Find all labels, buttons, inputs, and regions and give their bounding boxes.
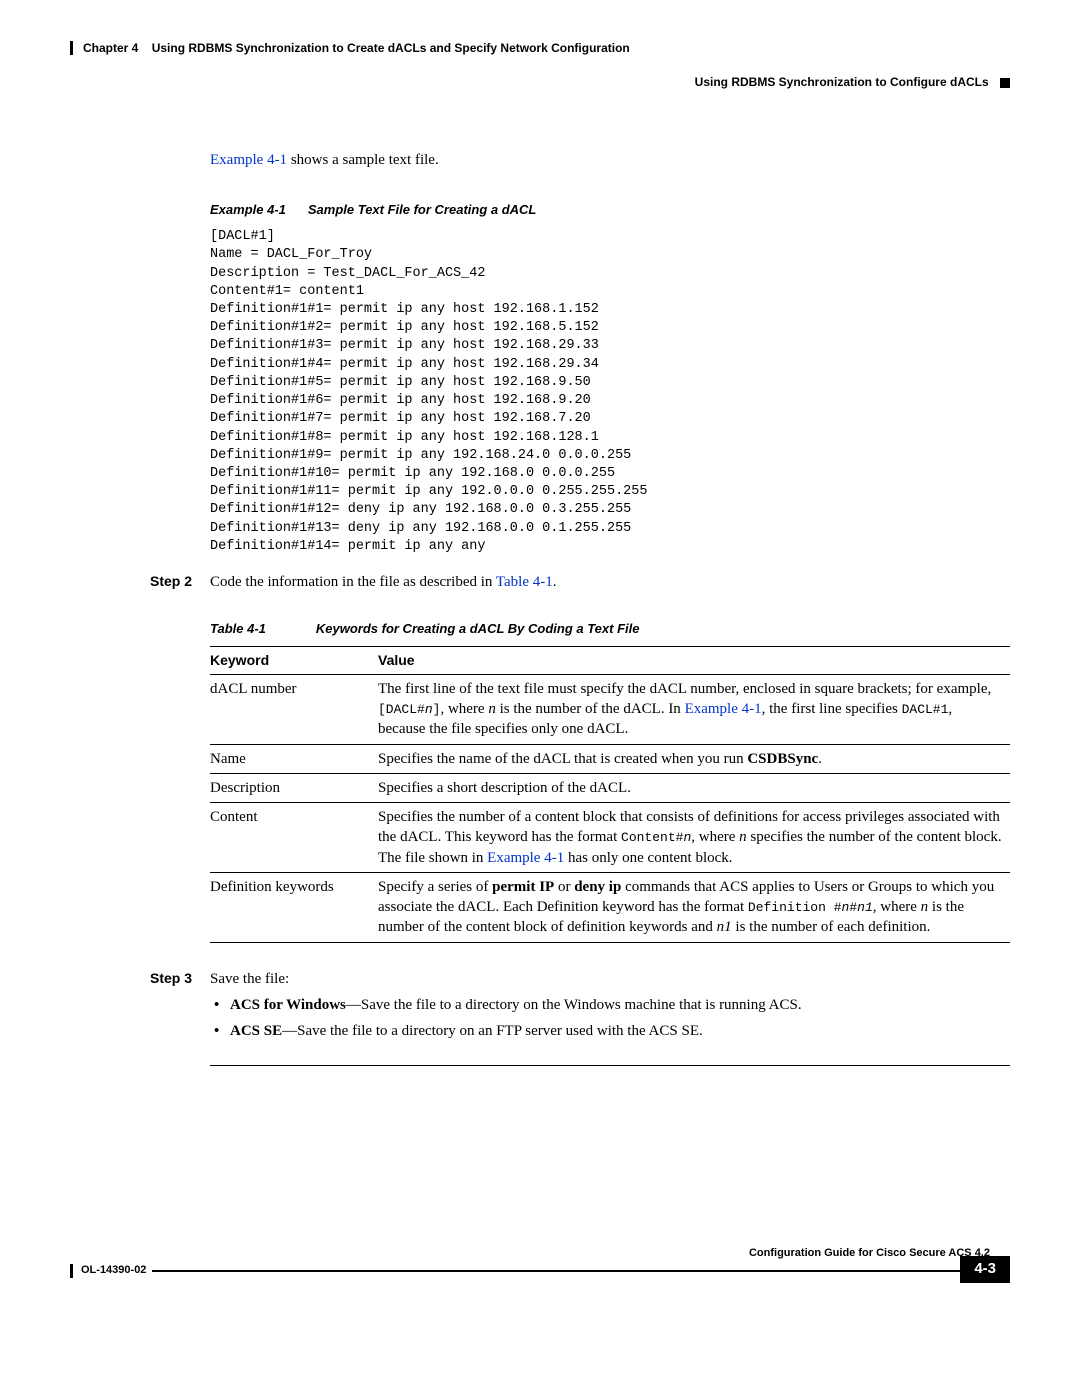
table-caption: Table 4-1 Keywords for Creating a dACL By…	[210, 620, 1010, 638]
td-value: Specifies the number of a content block …	[378, 803, 1010, 873]
intro-after: shows a sample text file.	[287, 152, 439, 168]
step-2-label: Step 2	[70, 572, 210, 942]
step-3-bullets: ACS for Windows—Save the file to a direc…	[210, 995, 1010, 1042]
step-3-body: Save the file: ACS for Windows—Save the …	[210, 969, 1010, 1048]
step-3-row: Step 3 Save the file: ACS for Windows—Sa…	[70, 969, 1010, 1048]
intro-paragraph: Example 4-1 shows a sample text file. Ex…	[210, 150, 1010, 556]
page-footer: Configuration Guide for Cisco Secure ACS…	[70, 1246, 1010, 1278]
table-row: Name Specifies the name of the dACL that…	[210, 744, 1010, 773]
td-keyword: Content	[210, 803, 378, 873]
footer-guide-title: Configuration Guide for Cisco Secure ACS…	[70, 1246, 1010, 1261]
header-row: Chapter 4 Using RDBMS Synchronization to…	[70, 40, 1010, 56]
step-2-after: .	[553, 574, 557, 590]
keywords-table: Keyword Value dACL number The first line…	[210, 646, 1010, 943]
footer-rule	[152, 1270, 994, 1272]
td-keyword: Name	[210, 744, 378, 773]
td-value: Specify a series of permit IP or deny ip…	[378, 872, 1010, 942]
td-value: The first line of the text file must spe…	[378, 674, 1010, 744]
example-ref-link[interactable]: Example 4-1	[685, 701, 762, 717]
header-bar-icon	[70, 41, 73, 55]
step-2-text: Code the information in the file as desc…	[210, 574, 496, 590]
th-value: Value	[378, 646, 1010, 674]
table-row: Description Specifies a short descriptio…	[210, 773, 1010, 802]
example-caption: Example 4-1 Sample Text File for Creating…	[210, 201, 1010, 219]
list-item: ACS for Windows—Save the file to a direc…	[210, 995, 1010, 1015]
section-end-rule	[210, 1065, 1010, 1066]
example-title: Sample Text File for Creating a dACL	[308, 202, 537, 217]
example-ref-link[interactable]: Example 4-1	[210, 152, 287, 168]
step-2-body: Code the information in the file as desc…	[210, 572, 1010, 942]
example-ref-link[interactable]: Example 4-1	[487, 850, 564, 866]
table-title: Keywords for Creating a dACL By Coding a…	[316, 621, 640, 636]
section-title: Using RDBMS Synchronization to Configure…	[695, 75, 989, 89]
table-row: Definition keywords Specify a series of …	[210, 872, 1010, 942]
chapter-label: Chapter 4 Using RDBMS Synchronization to…	[83, 40, 630, 56]
footer-ol-number: OL-14390-02	[81, 1263, 146, 1278]
td-value: Specifies the name of the dACL that is c…	[378, 744, 1010, 773]
example-label: Example 4-1	[210, 202, 286, 217]
table-row: Content Specifies the number of a conten…	[210, 803, 1010, 873]
td-keyword: Description	[210, 773, 378, 802]
list-item: ACS SE—Save the file to a directory on a…	[210, 1021, 1010, 1041]
example-code-block: [DACL#1] Name = DACL_For_Troy Descriptio…	[210, 228, 1010, 556]
table-ref-link[interactable]: Table 4-1	[496, 574, 553, 590]
section-title-row: Using RDBMS Synchronization to Configure…	[70, 74, 1010, 90]
square-marker-icon	[1000, 78, 1010, 88]
footer-bar-icon	[70, 1264, 73, 1278]
table-label: Table 4-1	[210, 621, 266, 636]
table-header-row: Keyword Value	[210, 646, 1010, 674]
th-keyword: Keyword	[210, 646, 378, 674]
table-row: dACL number The first line of the text f…	[210, 674, 1010, 744]
step-3-label: Step 3	[70, 969, 210, 1048]
td-keyword: dACL number	[210, 674, 378, 744]
footer-bar: OL-14390-02	[70, 1263, 1010, 1278]
td-value: Specifies a short description of the dAC…	[378, 773, 1010, 802]
step-2-row: Step 2 Code the information in the file …	[70, 572, 1010, 942]
td-keyword: Definition keywords	[210, 872, 378, 942]
page-number-badge: 4-3	[960, 1256, 1010, 1282]
step-3-text: Save the file:	[210, 971, 289, 987]
